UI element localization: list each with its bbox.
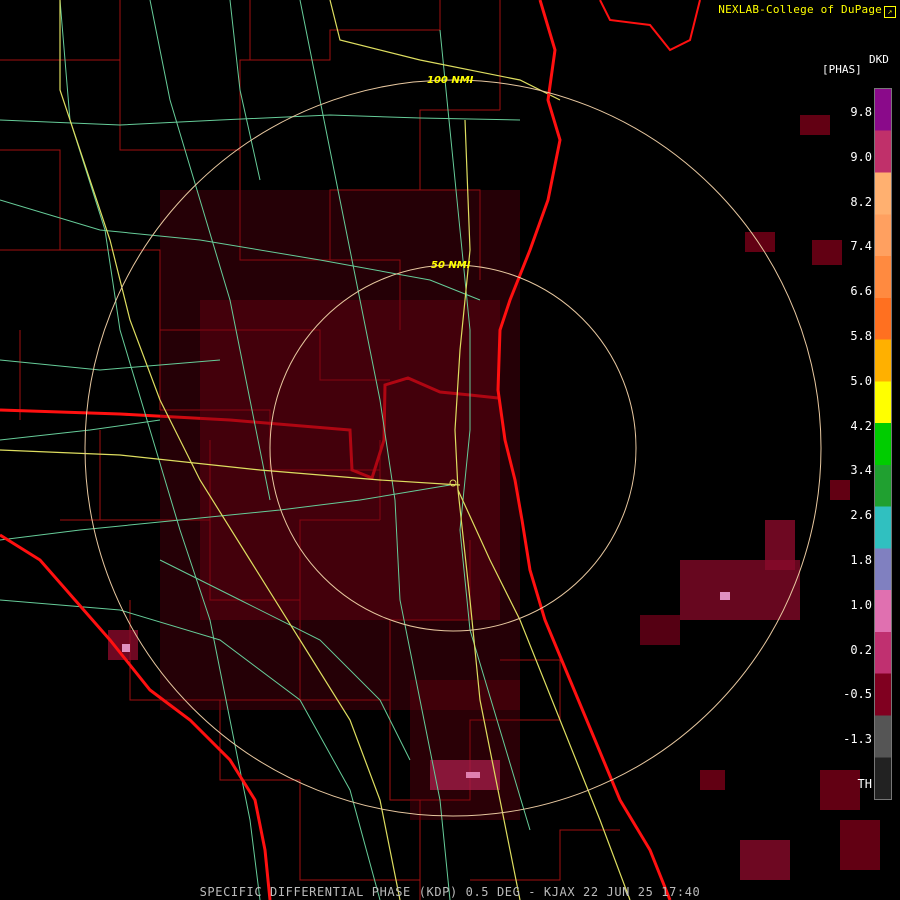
ring-label-100: 100 NMI xyxy=(427,75,474,86)
color-scale-tick: 9.0 xyxy=(850,149,872,164)
color-scale-tick: 9.8 xyxy=(850,105,872,119)
color-scale-tick: 4.2 xyxy=(850,418,872,433)
credit-label: NEXLAB-College of DuPage ↗ xyxy=(718,3,896,18)
color-scale-tick: 5.8 xyxy=(850,329,872,343)
color-scale-tick: -1.3 xyxy=(843,732,872,747)
color-scale-tick: 6.6 xyxy=(850,284,872,299)
color-scale-tick: 3.4 xyxy=(850,463,872,478)
color-scale-tick: 8.2 xyxy=(850,194,872,209)
color-scale-tick: 7.4 xyxy=(850,239,872,254)
color-scale-bar xyxy=(874,88,892,800)
color-scale-tick: 1.0 xyxy=(850,597,872,612)
product-code: DKD xyxy=(869,53,889,66)
color-scale-tick: 0.2 xyxy=(850,642,872,657)
ring-label-50: 50 NMI xyxy=(431,260,471,271)
units-label: [PHAS] xyxy=(822,63,862,76)
color-scale-tick: 2.6 xyxy=(850,508,872,523)
color-scale-tick: TH xyxy=(857,777,872,791)
external-link-icon[interactable]: ↗ xyxy=(884,6,896,18)
credit-text: NEXLAB-College of DuPage xyxy=(718,3,882,16)
radar-map: 100 NMI 50 NMI xyxy=(0,0,900,900)
color-scale-tick: 5.0 xyxy=(850,373,872,388)
product-caption: SPECIFIC DIFFERENTIAL PHASE (KDP) 0.5 DE… xyxy=(199,885,701,899)
color-scale-tick: -0.5 xyxy=(843,687,872,702)
color-scale-ticks: 9.8 9.0 8.2 7.4 6.6 5.8 5.0 4.2 3.4 2.6 1.8 1.0 0.2 -… xyxy=(836,88,872,800)
color-scale-tick: 1.8 xyxy=(850,553,872,567)
